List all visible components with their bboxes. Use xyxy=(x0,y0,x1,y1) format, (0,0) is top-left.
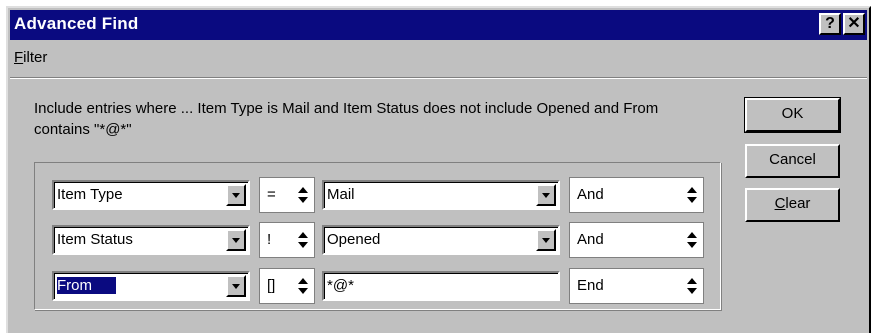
chevron-down-icon[interactable] xyxy=(226,229,246,251)
value-select-1[interactable]: Mail xyxy=(322,180,560,210)
close-icon: ✕ xyxy=(847,15,861,32)
up-down-arrows-icon[interactable] xyxy=(687,187,697,203)
ok-label: OK xyxy=(781,105,804,122)
cancel-label: Cancel xyxy=(769,151,816,168)
help-button[interactable]: ? xyxy=(819,13,841,35)
field-select-2[interactable]: Item Status xyxy=(52,225,250,255)
value-3-value: *@* xyxy=(327,277,354,294)
title-bar[interactable]: Advanced Find ? ✕ xyxy=(10,10,867,40)
clear-label: Clear xyxy=(747,190,838,218)
menu-divider xyxy=(10,77,867,79)
conjunction-1-value: And xyxy=(577,186,604,203)
value-1-value: Mail xyxy=(327,186,355,203)
help-icon: ? xyxy=(825,15,835,32)
menu-filter-label: ilter xyxy=(23,49,48,66)
operator-3-value: [] xyxy=(267,277,276,294)
value-select-2[interactable]: Opened xyxy=(322,225,560,255)
close-button[interactable]: ✕ xyxy=(843,13,865,35)
conjunction-spinner-3[interactable]: End xyxy=(569,268,704,304)
conjunction-2-value: And xyxy=(577,231,604,248)
chevron-down-icon[interactable] xyxy=(536,184,556,206)
field-select-1[interactable]: Item Type xyxy=(52,180,250,210)
filter-summary: Include entries where ... Item Type is M… xyxy=(34,100,659,138)
menu-filter[interactable]: Filter xyxy=(14,49,47,66)
ok-button[interactable]: OK xyxy=(744,97,841,133)
field-select-3-value: From xyxy=(57,277,116,294)
operator-spinner-2[interactable]: ! xyxy=(259,222,315,258)
window-title: Advanced Find xyxy=(14,14,139,33)
chevron-down-icon[interactable] xyxy=(226,184,246,206)
operator-spinner-3[interactable]: [] xyxy=(259,268,315,304)
chevron-down-icon[interactable] xyxy=(226,275,246,297)
up-down-arrows-icon[interactable] xyxy=(687,278,697,294)
clear-label-rest: lear xyxy=(785,195,811,212)
value-input-3[interactable]: *@* xyxy=(322,271,560,301)
advanced-find-window: Advanced Find ? ✕ Filter Include entries… xyxy=(6,6,871,333)
clear-accelerator: C xyxy=(774,195,786,212)
field-select-3[interactable]: From xyxy=(52,271,250,301)
up-down-arrows-icon[interactable] xyxy=(298,278,308,294)
chevron-down-icon[interactable] xyxy=(536,229,556,251)
field-select-2-value: Item Status xyxy=(57,231,133,248)
menu-filter-accelerator: F xyxy=(14,49,24,66)
conjunction-3-value: End xyxy=(577,277,604,294)
up-down-arrows-icon[interactable] xyxy=(687,232,697,248)
operator-2-value: ! xyxy=(267,231,272,248)
conjunction-spinner-1[interactable]: And xyxy=(569,177,704,213)
up-down-arrows-icon[interactable] xyxy=(298,232,308,248)
operator-1-value: = xyxy=(267,186,276,203)
conjunction-spinner-2[interactable]: And xyxy=(569,222,704,258)
field-select-1-value: Item Type xyxy=(57,186,123,203)
clear-button[interactable]: Clear xyxy=(745,188,840,222)
cancel-button[interactable]: Cancel xyxy=(745,144,840,178)
up-down-arrows-icon[interactable] xyxy=(298,187,308,203)
criteria-group: Item Type = Mail And Item Status ! Opene… xyxy=(34,162,722,311)
value-2-value: Opened xyxy=(327,231,381,248)
operator-spinner-1[interactable]: = xyxy=(259,177,315,213)
